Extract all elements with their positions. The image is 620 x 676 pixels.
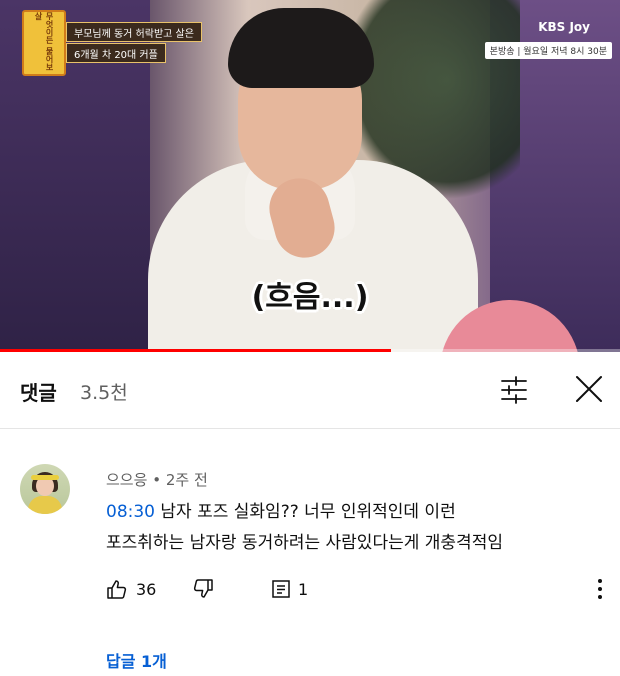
comments-header: 댓글 3.5천 bbox=[0, 360, 620, 420]
channel-logo: KBS Joy bbox=[538, 20, 590, 34]
view-replies-link[interactable]: 답글 1개 bbox=[106, 648, 167, 672]
video-progress-fill bbox=[0, 349, 391, 352]
comment-meta: 으으응 • 2주 전 bbox=[106, 469, 208, 490]
comment-text-line-2: 포즈취하는 남자랑 동거하려는 사람있다는게 개충격적임 bbox=[106, 533, 503, 553]
video-subtitle: (흐음...) bbox=[251, 280, 369, 315]
show-logo: 무엇이든 물어보살 bbox=[22, 10, 66, 76]
comment-text-line-1: 남자 포즈 실화임?? 너무 인위적인데 이런 bbox=[155, 502, 456, 522]
comments-count: 3.5천 bbox=[80, 382, 128, 404]
comment-time: 2주 전 bbox=[165, 471, 208, 489]
sliders-icon bbox=[501, 376, 527, 404]
like-count: 36 bbox=[136, 580, 157, 599]
person-hair bbox=[228, 8, 374, 88]
more-options-button[interactable] bbox=[588, 575, 612, 603]
vertical-dots-icon bbox=[598, 579, 602, 599]
thumbs-down-icon bbox=[193, 579, 213, 598]
caption-line-1: 부모님께 동거 허락받고 살은 bbox=[66, 22, 202, 42]
avatar[interactable] bbox=[20, 464, 70, 514]
reply-button[interactable] bbox=[270, 578, 292, 600]
caption-line-2: 6개월 차 20대 커플 bbox=[66, 43, 166, 63]
broadcast-schedule: 본방송 | 월요일 저녁 8시 30분 bbox=[484, 42, 612, 59]
channel-logo-text: KBS Joy bbox=[538, 20, 590, 34]
video-progress-bar[interactable] bbox=[0, 349, 620, 352]
close-comments-button[interactable] bbox=[568, 372, 608, 408]
meta-separator: • bbox=[152, 471, 162, 489]
header-divider bbox=[0, 428, 620, 429]
sort-filter-button[interactable] bbox=[494, 372, 534, 408]
dislike-button[interactable] bbox=[192, 578, 214, 600]
comment-body: 08:30 남자 포즈 실화임?? 너무 인위적인데 이런 포즈취하는 남자랑 … bbox=[106, 497, 596, 559]
comment-reply-icon bbox=[272, 580, 290, 598]
show-logo-text: 무엇이든 물어보살 bbox=[34, 12, 54, 71]
close-icon bbox=[576, 376, 602, 402]
comments-title: 댓글 bbox=[20, 381, 57, 405]
video-player[interactable]: 무엇이든 물어보살 부모님께 동거 허락받고 살은 6개월 차 20대 커플 K… bbox=[0, 0, 620, 352]
thumbs-up-icon bbox=[107, 580, 127, 599]
reply-count: 1 bbox=[298, 580, 309, 599]
like-button[interactable] bbox=[106, 578, 128, 600]
comment-author[interactable]: 으으응 bbox=[106, 471, 147, 489]
video-timestamp-link[interactable]: 08:30 bbox=[106, 502, 155, 522]
